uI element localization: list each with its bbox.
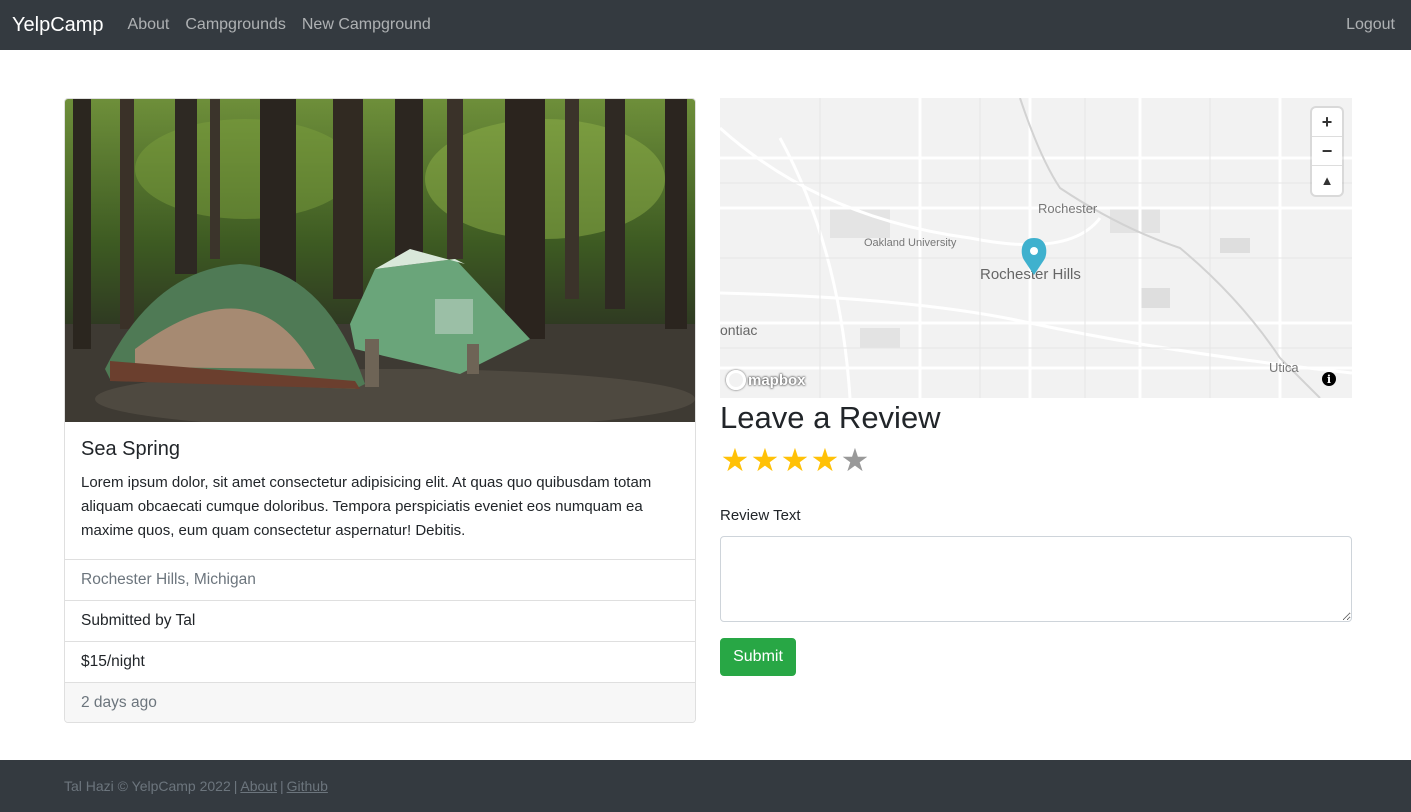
star-icon[interactable]: ★ — [720, 444, 750, 476]
nav-link-campgrounds[interactable]: Campgrounds — [177, 16, 294, 34]
map-label-rochester: Rochester — [1038, 201, 1098, 216]
navbar: YelpCamp About Campgrounds New Campgroun… — [0, 0, 1411, 50]
campground-card: Sea Spring Lorem ipsum dolor, sit amet c… — [64, 98, 696, 723]
campground-price: $15/night — [65, 642, 695, 683]
compass-icon[interactable]: ▲ — [1312, 166, 1342, 195]
info-icon[interactable]: i — [1322, 372, 1336, 386]
map-label-oakland: Oakland University — [864, 237, 957, 249]
footer-copyright: Tal Hazi © YelpCamp 2022 — [64, 778, 231, 794]
campground-title: Sea Spring — [81, 438, 180, 460]
campground-map[interactable]: Rochester Oakland University Rochester H… — [720, 98, 1352, 398]
nav-links: About Campgrounds New Campground — [120, 16, 439, 34]
star-rating[interactable]: ★ ★ ★ ★ ★ — [720, 444, 870, 476]
mapbox-logo-text: mapbox — [748, 371, 806, 389]
brand-link[interactable]: YelpCamp — [12, 14, 104, 37]
map-canvas[interactable]: Rochester Oakland University Rochester H… — [720, 98, 1352, 398]
mapbox-logo[interactable]: mapbox — [726, 370, 806, 390]
zoom-out-button[interactable]: − — [1312, 137, 1342, 166]
campground-author: Submitted by Tal — [65, 601, 695, 642]
map-label-utica: Utica — [1269, 360, 1299, 375]
star-icon[interactable]: ★ — [780, 444, 810, 476]
zoom-in-button[interactable]: + — [1312, 108, 1342, 137]
nav-link-new-campground[interactable]: New Campground — [294, 16, 439, 34]
campground-description: Lorem ipsum dolor, sit amet consectetur … — [81, 474, 652, 539]
campground-posted-time: 2 days ago — [65, 683, 695, 722]
submit-review-button[interactable]: Submit — [720, 638, 796, 676]
map-controls: + − ▲ — [1312, 108, 1342, 195]
footer-about-link[interactable]: About — [240, 778, 277, 794]
map-label-pontiac: ontiac — [720, 322, 757, 338]
footer: Tal Hazi © YelpCamp 2022 | About | Githu… — [0, 760, 1411, 812]
nav-link-about[interactable]: About — [120, 16, 178, 34]
logout-link[interactable]: Logout — [1346, 16, 1395, 34]
review-text-label: Review Text — [720, 507, 801, 524]
review-text-input[interactable] — [720, 536, 1352, 622]
footer-separator: | — [279, 778, 284, 794]
star-icon[interactable]: ★ — [840, 444, 870, 476]
review-heading: Leave a Review — [720, 400, 941, 435]
footer-github-link[interactable]: Github — [287, 778, 328, 794]
star-icon[interactable]: ★ — [810, 444, 840, 476]
campground-image — [65, 99, 695, 422]
campground-location: Rochester Hills, Michigan — [65, 560, 695, 601]
card-body: Sea Spring Lorem ipsum dolor, sit amet c… — [65, 422, 695, 560]
star-icon[interactable]: ★ — [750, 444, 780, 476]
mapbox-logo-icon — [726, 370, 746, 390]
footer-separator: | — [233, 778, 238, 794]
